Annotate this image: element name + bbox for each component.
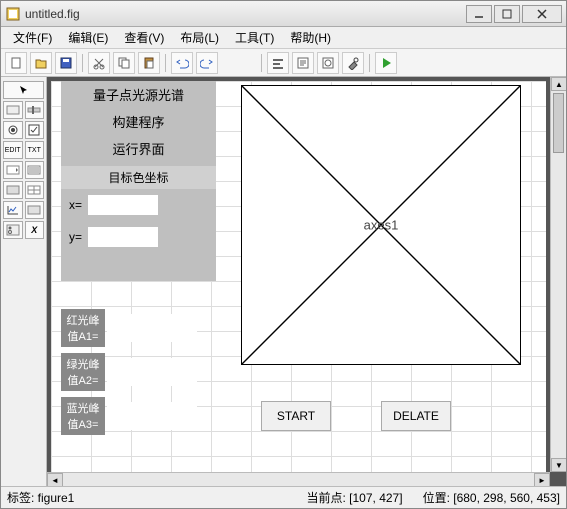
table-icon[interactable] xyxy=(25,181,45,199)
paste-icon[interactable] xyxy=(138,52,160,74)
statusbar: 标签: figure1 当前点: [107, 427] 位置: [680, 29… xyxy=(1,486,566,508)
inspect-icon[interactable] xyxy=(317,52,339,74)
undo-icon[interactable] xyxy=(171,52,193,74)
scroll-up-icon[interactable]: ▲ xyxy=(551,77,566,91)
start-button[interactable]: START xyxy=(261,401,331,431)
button-group-icon[interactable] xyxy=(3,221,23,239)
panel-icon[interactable] xyxy=(25,201,45,219)
scroll-left-icon[interactable]: ◄ xyxy=(47,473,63,486)
align-icon[interactable] xyxy=(267,52,289,74)
menu-tools[interactable]: 工具(T) xyxy=(227,27,282,48)
cut-icon[interactable] xyxy=(88,52,110,74)
red-peak-label: 红光峰值A1= xyxy=(61,309,105,347)
titlebar: untitled.fig xyxy=(1,1,566,27)
x-input[interactable] xyxy=(88,195,158,215)
green-peak-label: 绿光峰值A2= xyxy=(61,353,105,391)
window-title: untitled.fig xyxy=(25,7,466,21)
menu-file[interactable]: 文件(F) xyxy=(5,27,60,48)
component-palette: EDIT TXT X xyxy=(1,77,47,486)
figure-panel[interactable]: 量子点光源光谱 构建程序 运行界面 目标色坐标 x= y= 红光峰值A1= xyxy=(51,81,546,472)
status-position: 位置: [680, 298, 560, 453] xyxy=(423,489,560,506)
y-label: y= xyxy=(69,230,82,244)
axes-label: axes1 xyxy=(364,218,399,233)
horizontal-scrollbar[interactable]: ◄ ► xyxy=(47,472,550,486)
blue-peak-input[interactable] xyxy=(107,402,197,430)
scroll-thumb[interactable] xyxy=(553,93,564,153)
menu-edit[interactable]: 编辑(E) xyxy=(60,27,116,48)
x-label: x= xyxy=(69,198,82,212)
panel-title-2: 构建程序 xyxy=(61,108,216,135)
app-icon xyxy=(5,6,21,22)
redo-icon[interactable] xyxy=(196,52,218,74)
vertical-scrollbar[interactable]: ▲ ▼ xyxy=(550,77,566,472)
green-peak-input[interactable] xyxy=(107,358,197,386)
menubar: 文件(F) 编辑(E) 查看(V) 布局(L) 工具(T) 帮助(H) xyxy=(1,27,566,49)
toolbar xyxy=(1,49,566,77)
maximize-button[interactable] xyxy=(494,5,520,23)
menu-help[interactable]: 帮助(H) xyxy=(282,27,339,48)
save-icon[interactable] xyxy=(55,52,77,74)
edit-text-icon[interactable]: EDIT xyxy=(3,141,23,159)
axes-icon[interactable] xyxy=(3,201,23,219)
copy-icon[interactable] xyxy=(113,52,135,74)
listbox-icon[interactable] xyxy=(25,161,45,179)
axes-placeholder[interactable]: axes1 xyxy=(241,85,521,365)
menu-layout[interactable]: 布局(L) xyxy=(172,27,227,48)
tools-icon[interactable] xyxy=(342,52,364,74)
pushbutton-icon[interactable] xyxy=(3,101,23,119)
run-icon[interactable] xyxy=(375,52,397,74)
delate-button[interactable]: DELATE xyxy=(381,401,451,431)
status-current-point: 当前点: [107, 427] xyxy=(307,489,403,506)
checkbox-icon[interactable] xyxy=(25,121,45,139)
editor-icon[interactable] xyxy=(292,52,314,74)
menu-view[interactable]: 查看(V) xyxy=(116,27,172,48)
info-panel[interactable]: 量子点光源光谱 构建程序 运行界面 目标色坐标 x= y= xyxy=(61,81,216,281)
panel-title-3: 运行界面 xyxy=(61,135,216,162)
open-icon[interactable] xyxy=(30,52,52,74)
blue-peak-label: 蓝光峰值A3= xyxy=(61,397,105,435)
target-coord-label: 目标色坐标 xyxy=(61,166,216,189)
scroll-right-icon[interactable]: ► xyxy=(534,473,550,486)
status-tag: 标签: figure1 xyxy=(7,489,74,506)
panel-title-1: 量子点光源光谱 xyxy=(61,81,216,108)
canvas-area: 量子点光源光谱 构建程序 运行界面 目标色坐标 x= y= 红光峰值A1= xyxy=(47,77,566,486)
slider-icon[interactable] xyxy=(25,101,45,119)
close-button[interactable] xyxy=(522,5,562,23)
select-tool-icon[interactable] xyxy=(3,81,44,99)
minimize-button[interactable] xyxy=(466,5,492,23)
new-icon[interactable] xyxy=(5,52,27,74)
activex-icon[interactable]: X xyxy=(25,221,45,239)
popup-icon[interactable] xyxy=(3,161,23,179)
radio-icon[interactable] xyxy=(3,121,23,139)
static-text-icon[interactable]: TXT xyxy=(25,141,45,159)
y-input[interactable] xyxy=(88,227,158,247)
red-peak-input[interactable] xyxy=(107,314,197,342)
scroll-down-icon[interactable]: ▼ xyxy=(551,458,566,472)
toggle-icon[interactable] xyxy=(3,181,23,199)
